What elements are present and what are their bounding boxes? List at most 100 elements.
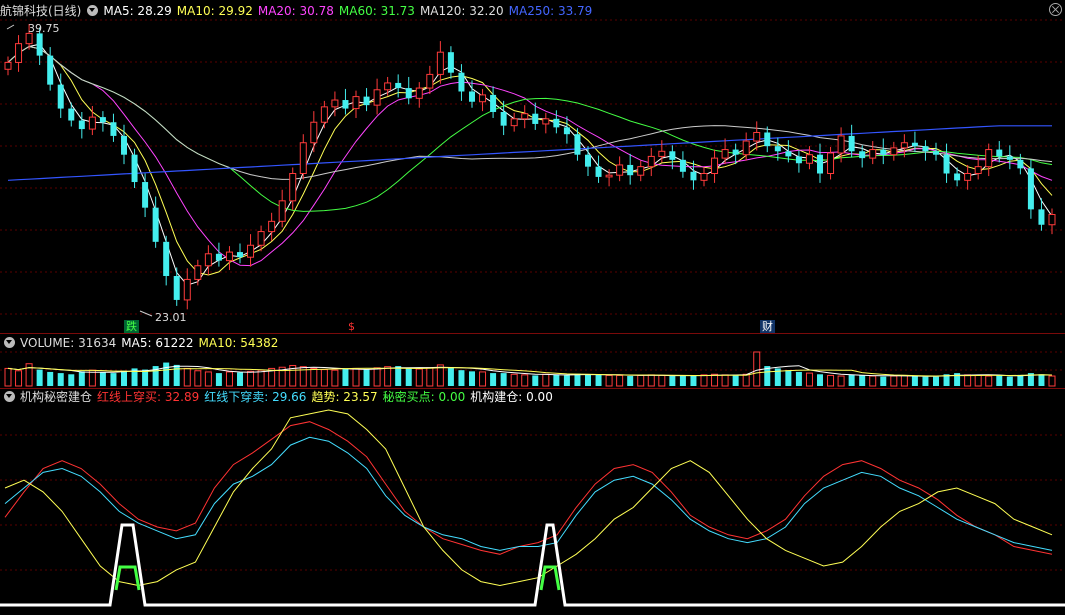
volume-bar-down (110, 373, 117, 386)
candle-body-down (574, 134, 581, 155)
volume-bar-down (36, 369, 43, 386)
candle-body-down (585, 154, 591, 167)
volume-bar-down (405, 368, 412, 386)
candle-body-up (700, 172, 708, 181)
volume-bar-up (542, 373, 550, 387)
stock-name: 航锦科技(日线) (0, 4, 82, 18)
volume-bar-down (627, 376, 634, 386)
volume-header: VOLUME: 31634 MA5: 61222 MA10: 54382 (0, 335, 283, 352)
candle-body-up (320, 106, 328, 123)
candle-body-up (869, 149, 877, 159)
candle-body-down (795, 156, 802, 164)
volume-bar-down (142, 369, 149, 386)
candle-body-up (964, 172, 972, 181)
volume-bar-up (204, 371, 212, 387)
candle-body-down (595, 166, 602, 177)
volume-bar-down (574, 373, 581, 386)
volume-bar-up (247, 370, 255, 387)
volume-bar-up (1048, 375, 1056, 387)
candle-body-up (985, 149, 993, 168)
volume-bar-down (215, 373, 222, 386)
volume-bar-up (510, 373, 518, 387)
candle-body-down (817, 154, 823, 174)
dropdown-icon[interactable] (4, 337, 15, 348)
volume-bar-up (837, 375, 845, 387)
candle-body-down (563, 127, 570, 135)
candle-body-down (121, 135, 127, 155)
volume-bar-down (99, 372, 106, 386)
candle-body-up (616, 164, 624, 176)
volume-bar-up (194, 370, 202, 387)
volume-bar-down (47, 371, 54, 386)
volume-bar-down (595, 374, 602, 386)
volume-bar-down (490, 373, 497, 386)
stock-chart-canvas[interactable] (0, 0, 1065, 615)
ma120-label: MA120: 32.20 (419, 4, 504, 18)
candle-body-down (669, 151, 676, 160)
candle-body-up (289, 172, 297, 202)
volume-bar-down (585, 374, 591, 386)
ma10-label: MA10: 29.92 (176, 4, 253, 18)
candle-body-up (194, 265, 202, 280)
ma60-label: MA60: 31.73 (338, 4, 415, 18)
secret-buy-label: 秘密买点: 0.00 (382, 390, 466, 404)
candle-body-up (310, 121, 318, 144)
candle-body-up (373, 89, 381, 106)
low-price-mark: 23.01 (155, 311, 187, 324)
candle-body-down (490, 94, 497, 112)
candle-body-up (204, 253, 212, 267)
volume-bar-up (658, 374, 666, 387)
volume-bar-down (563, 375, 570, 386)
event-mark-dividend[interactable]: $ (346, 320, 357, 333)
candle-body-down (500, 111, 507, 126)
dropdown-icon[interactable] (87, 5, 99, 16)
candle-body-down (99, 117, 106, 123)
candle-body-up (637, 166, 645, 176)
candle-body-up (542, 118, 550, 125)
volume-bar-up (700, 374, 708, 387)
volume-bar-down (57, 373, 64, 386)
volume-bar-down (342, 369, 349, 386)
volume-bar-down (553, 374, 560, 386)
volume-bar-up (183, 367, 191, 387)
volume-grid (0, 351, 1065, 371)
candle-body-up (974, 166, 982, 174)
candle-body-down (880, 149, 887, 155)
close-icon[interactable] (1049, 3, 1062, 16)
candle-body-up (521, 113, 529, 120)
volume-bar-down (690, 375, 697, 386)
candle-body-down (933, 151, 939, 155)
vol-ma5-label: MA5: 61222 (121, 336, 194, 350)
candle-body-down (131, 154, 138, 183)
volume-bar-down (859, 375, 866, 386)
price-grid (0, 19, 1065, 315)
candle-body-down (469, 91, 475, 102)
candle-body-down (679, 159, 686, 172)
volume-bar-up (711, 373, 719, 387)
candle-body-down (1017, 159, 1024, 169)
volume-bar-up (15, 370, 23, 387)
candle-body-up (299, 142, 307, 174)
volume-bar-up (869, 375, 877, 387)
volume-bar-down (785, 370, 792, 386)
candle-body-up (331, 99, 339, 108)
candle-body-up (479, 94, 487, 103)
candle-body-up (1048, 213, 1056, 226)
indicator-header: 机构秘密建仓 红线上穿买: 32.89 红线下穿卖: 29.66 趋势: 23.57 秘… (0, 389, 558, 406)
volume-bar-up (257, 369, 265, 387)
event-mark-fall[interactable]: 跌 (124, 320, 139, 333)
candle-body-up (742, 140, 750, 156)
inst-build-label: 机构建仓: 0.00 (470, 390, 553, 404)
event-mark-finance[interactable]: 财 (760, 320, 775, 333)
candle-body-up (257, 231, 265, 246)
indicator-title: 机构秘密建仓 (20, 390, 93, 404)
dropdown-icon[interactable] (4, 391, 15, 402)
volume-bar-up (310, 367, 318, 387)
volume-bar-up (637, 374, 645, 387)
volume-bar-down (363, 369, 370, 386)
volume-bar-up (521, 374, 529, 387)
candle-body-down (996, 149, 1003, 157)
candle-body-down (405, 88, 412, 99)
candle-body-up (605, 174, 613, 178)
volume-bar-down (848, 374, 855, 386)
